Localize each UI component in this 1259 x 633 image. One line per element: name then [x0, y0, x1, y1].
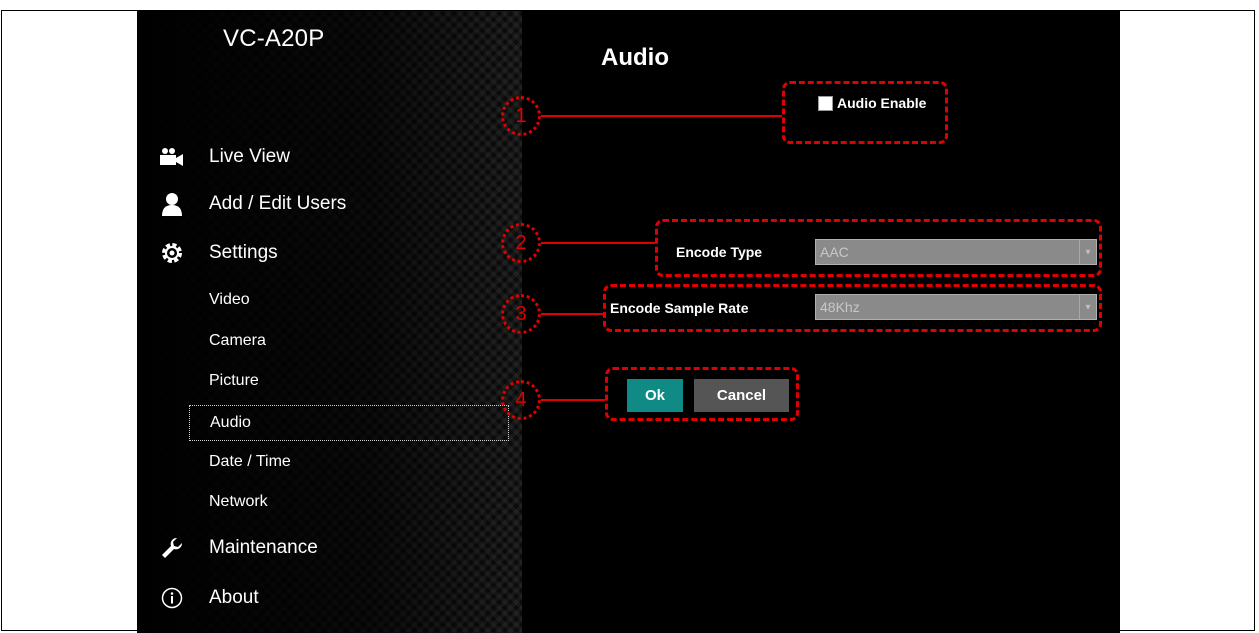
chevron-down-icon: ▾ — [1079, 240, 1096, 264]
sub-item-label: Camera — [209, 332, 266, 349]
brand-name: VC-A20P — [223, 25, 325, 52]
page-title: Audio — [601, 44, 669, 71]
nav-about-label: About — [209, 587, 259, 608]
sub-item-label: Date / Time — [209, 453, 291, 470]
callout-line-1 — [541, 115, 782, 117]
encode-sample-rate-value: 48Khz — [820, 299, 860, 315]
sub-item-date-time[interactable]: Date / Time — [189, 446, 509, 478]
nav-live-view-label: Live View — [209, 146, 290, 167]
encode-type-value: AAC — [820, 244, 849, 260]
callout-line-3 — [541, 313, 603, 315]
encode-sample-rate-select[interactable]: 48Khz ▾ — [815, 294, 1097, 320]
nav-settings-label: Settings — [209, 242, 278, 263]
info-icon — [159, 585, 185, 611]
audio-enable-label: Audio Enable — [837, 95, 927, 111]
sub-item-label: Video — [209, 291, 250, 308]
cancel-button[interactable]: Cancel — [694, 379, 789, 412]
ok-button[interactable]: Ok — [627, 379, 683, 412]
wrench-icon — [159, 535, 185, 561]
web-ui-screen: VC-A20P Live View Add / Edit Users Setti… — [137, 11, 1120, 633]
sub-item-picture[interactable]: Picture — [189, 365, 509, 397]
nav-settings[interactable]: Settings — [159, 238, 278, 268]
callout-4: 4 — [501, 380, 541, 420]
nav-live-view[interactable]: Live View — [159, 142, 290, 172]
callout-1: 1 — [501, 96, 541, 136]
video-camera-icon — [159, 144, 185, 170]
sub-item-network[interactable]: Network — [189, 486, 509, 518]
gear-icon — [159, 240, 185, 266]
callout-box-1 — [782, 81, 948, 144]
nav-add-edit-users[interactable]: Add / Edit Users — [159, 189, 346, 219]
nav-maintenance[interactable]: Maintenance — [159, 533, 318, 563]
callout-3: 3 — [501, 294, 541, 334]
callout-2: 2 — [501, 223, 541, 263]
nav-maintenance-label: Maintenance — [209, 537, 318, 558]
sub-item-video[interactable]: Video — [189, 284, 509, 316]
chevron-down-icon: ▾ — [1079, 295, 1096, 319]
encode-type-select[interactable]: AAC ▾ — [815, 239, 1097, 265]
sidebar: VC-A20P Live View Add / Edit Users Setti… — [137, 11, 522, 633]
encode-type-label: Encode Type — [676, 244, 763, 260]
checkbox-box[interactable] — [818, 95, 833, 111]
sub-item-audio[interactable]: Audio — [189, 405, 509, 441]
sub-item-label: Audio — [210, 414, 251, 431]
nav-add-edit-users-label: Add / Edit Users — [209, 193, 347, 214]
callout-line-2 — [541, 242, 655, 244]
sub-item-camera[interactable]: Camera — [189, 325, 509, 357]
callout-line-4 — [541, 399, 605, 401]
sub-item-label: Network — [209, 493, 268, 510]
nav-about[interactable]: About — [159, 583, 259, 613]
encode-sample-rate-label: Encode Sample Rate — [610, 300, 749, 316]
user-icon — [159, 191, 185, 217]
sub-item-label: Picture — [209, 372, 259, 389]
audio-enable-checkbox[interactable]: Audio Enable — [818, 95, 926, 111]
